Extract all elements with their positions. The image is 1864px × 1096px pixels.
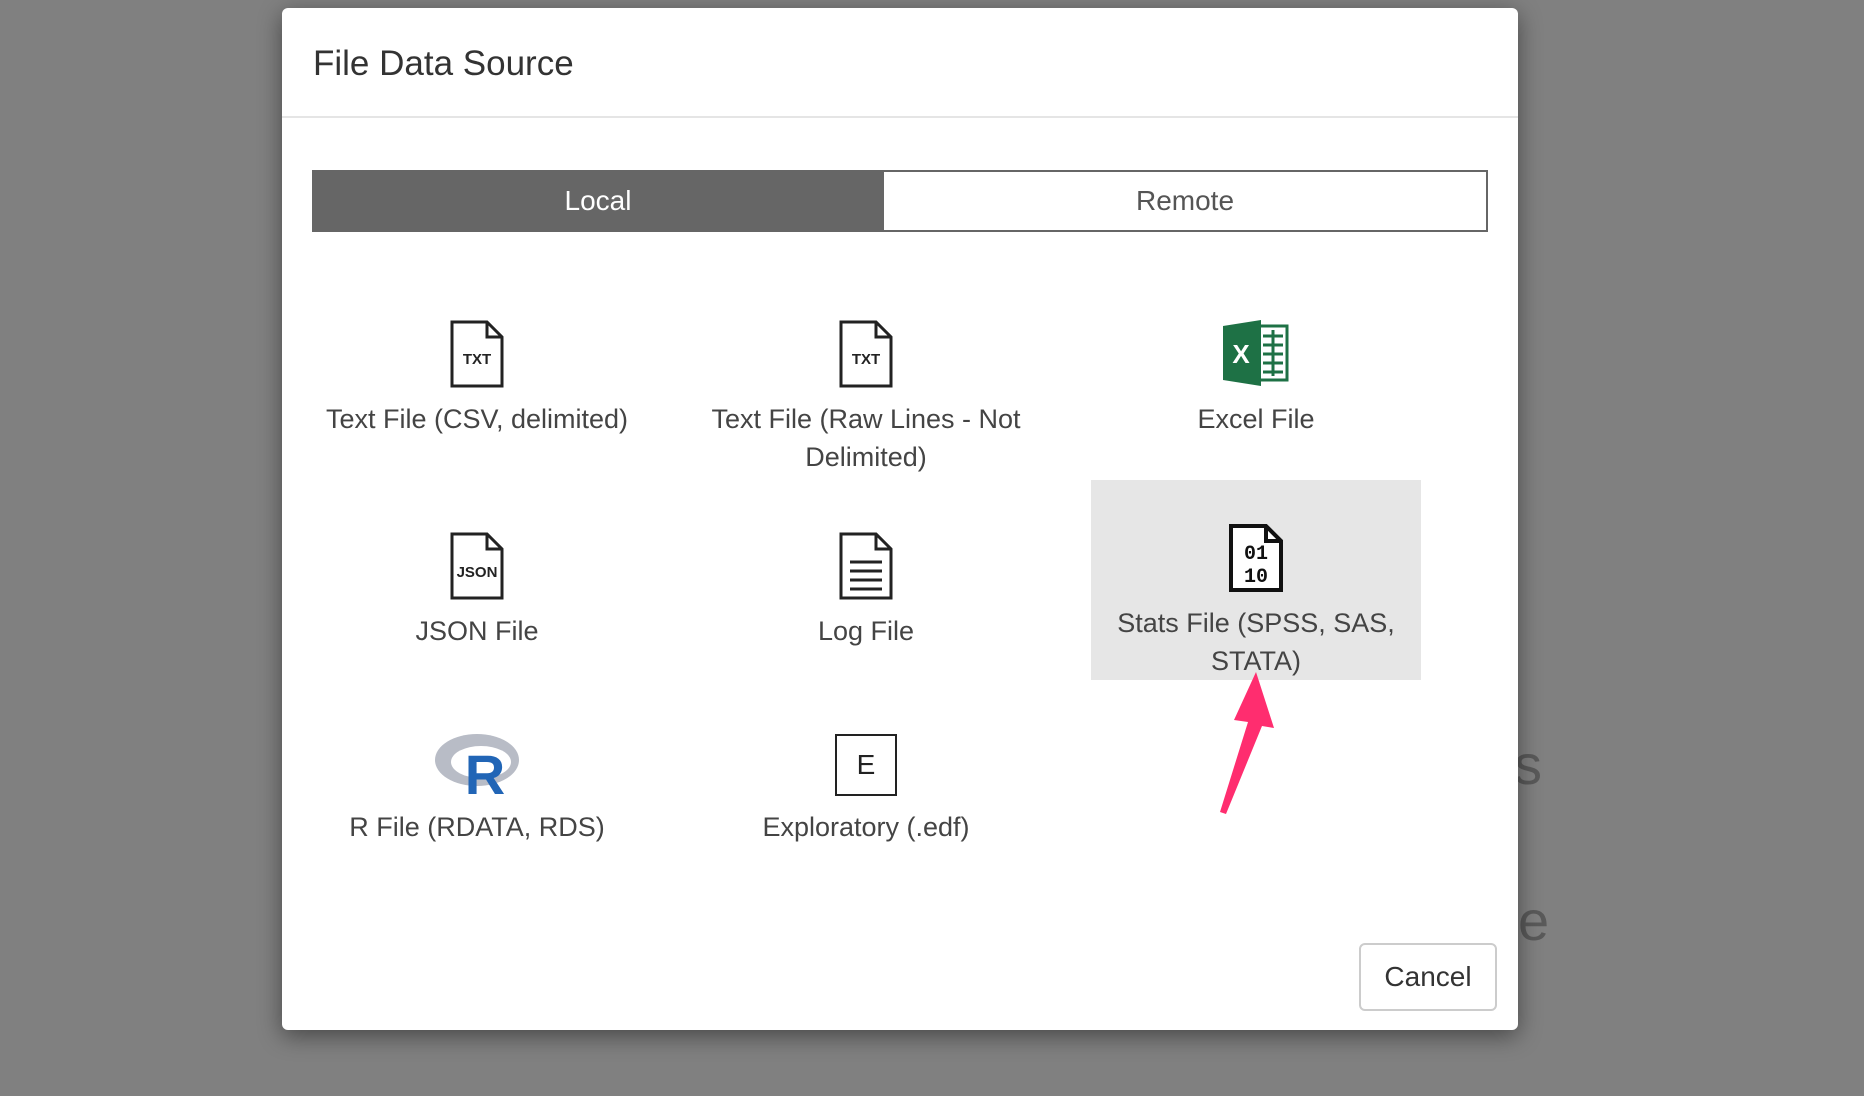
txt-file-icon: TXT — [450, 320, 504, 388]
file-type-stats[interactable]: 01 10 Stats File (SPSS, SAS, STATA) — [1091, 480, 1421, 680]
file-type-label: R File (RDATA, RDS) — [349, 812, 605, 842]
edf-icon: E — [835, 734, 897, 796]
svg-text:JSON: JSON — [457, 564, 498, 581]
background-text-fragment: e — [1518, 889, 1550, 952]
file-type-excel[interactable]: X Excel File — [1091, 280, 1421, 480]
file-type-label: Excel File — [1197, 404, 1315, 434]
txt-file-icon: TXT — [839, 320, 893, 388]
tab-remote[interactable]: Remote — [884, 170, 1488, 232]
file-type-text-csv[interactable]: TXT Text File (CSV, delimited) — [312, 280, 642, 480]
binary-file-icon: 01 10 — [1229, 524, 1283, 592]
dialog-title: File Data Source — [313, 44, 574, 83]
dialog-header: File Data Source — [282, 8, 1518, 118]
file-type-text-raw[interactable]: TXT Text File (Raw Lines - Not Delimited… — [701, 280, 1031, 480]
log-file-icon — [839, 532, 893, 600]
file-type-label: Text File (Raw Lines - Not Delimited) — [711, 404, 1021, 472]
background-text-fragment: s — [1514, 733, 1542, 796]
file-type-exploratory[interactable]: E Exploratory (.edf) — [701, 672, 1031, 872]
file-data-source-dialog: File Data Source Local Remote TXT Text F… — [282, 8, 1518, 1030]
file-type-label: JSON File — [415, 616, 539, 646]
svg-text:X: X — [1232, 339, 1250, 369]
svg-text:TXT: TXT — [852, 351, 880, 368]
source-tabs: Local Remote — [312, 170, 1488, 232]
svg-text:TXT: TXT — [463, 351, 491, 368]
annotation-arrow-icon — [1220, 672, 1274, 814]
excel-icon: X — [1223, 320, 1289, 386]
file-type-r[interactable]: R R File (RDATA, RDS) — [312, 672, 642, 872]
tab-local[interactable]: Local — [312, 170, 884, 232]
file-type-label: Text File (CSV, delimited) — [325, 404, 629, 434]
svg-text:01: 01 — [1244, 543, 1268, 566]
svg-text:10: 10 — [1244, 566, 1268, 589]
file-type-json[interactable]: JSON JSON File — [312, 472, 642, 672]
file-type-log[interactable]: Log File — [701, 472, 1031, 672]
file-type-label: Exploratory (.edf) — [762, 812, 970, 842]
json-file-icon: JSON — [450, 532, 504, 600]
svg-text:R: R — [465, 743, 505, 796]
cancel-button[interactable]: Cancel — [1359, 943, 1497, 1011]
r-logo-icon: R — [435, 734, 519, 796]
file-type-label: Log File — [817, 616, 915, 646]
